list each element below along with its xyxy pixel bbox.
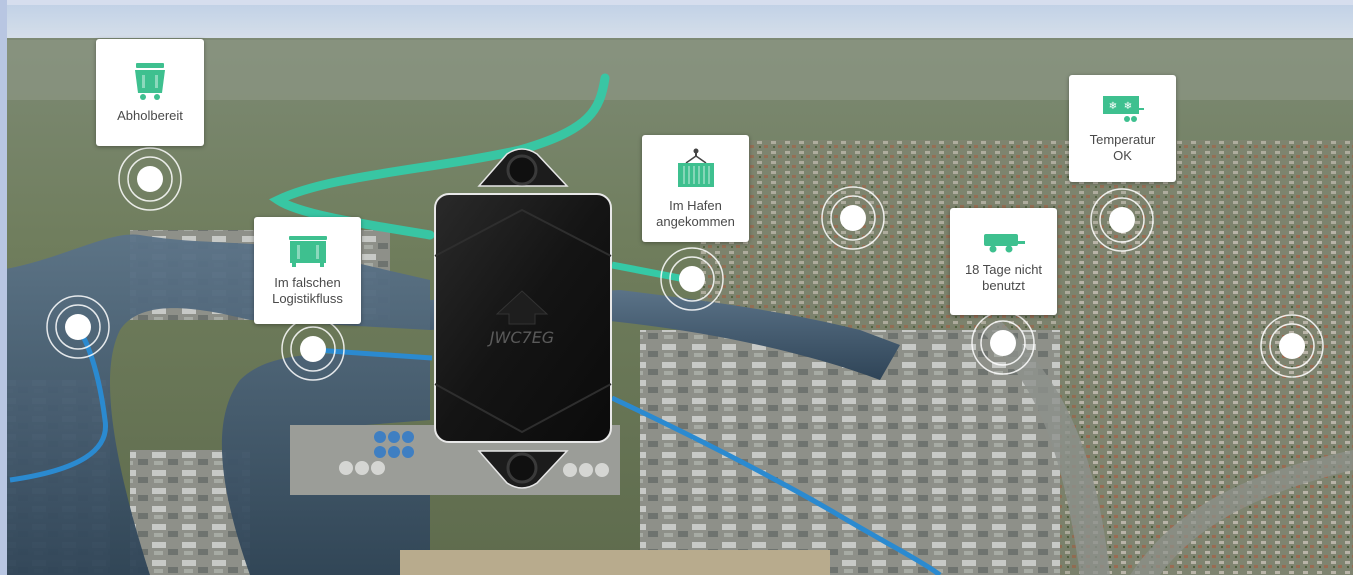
location-marker[interactable] <box>1258 312 1326 380</box>
top-edge <box>0 0 1353 5</box>
container-bin-icon <box>135 63 165 100</box>
status-card-arrived-port[interactable]: Im Hafen angekommen <box>642 135 749 242</box>
status-label: Temperatur OK <box>1089 132 1156 163</box>
location-marker[interactable] <box>116 145 184 213</box>
svg-text:❄: ❄ <box>1123 101 1131 112</box>
status-card-wrong-flow[interactable]: Im falschen Logistikfluss <box>254 217 361 324</box>
crane-container-icon <box>677 148 714 187</box>
location-marker[interactable] <box>279 315 347 383</box>
location-marker[interactable] <box>658 245 726 313</box>
status-label: 18 Tage nicht benutzt <box>964 262 1043 293</box>
svg-text:❄: ❄ <box>1108 101 1116 112</box>
status-label: Im falschen Logistikfluss <box>272 275 343 306</box>
location-marker[interactable] <box>819 184 887 252</box>
trailer-icon <box>983 234 1025 253</box>
status-card-unused-days[interactable]: 18 Tage nicht benutzt <box>950 208 1057 315</box>
refrigerated-trailer-icon: ❄ ❄ <box>1102 96 1144 122</box>
location-marker[interactable] <box>44 293 112 361</box>
status-card-temperature[interactable]: ❄ ❄ Temperatur OK <box>1069 75 1176 182</box>
tracker-code: JWC7EG <box>487 328 554 347</box>
tracker-device: JWC7EG <box>434 148 612 489</box>
container-bin-icon <box>288 236 327 267</box>
status-card-pickup-ready[interactable]: Abholbereit <box>96 39 204 146</box>
location-marker[interactable] <box>969 309 1037 377</box>
location-marker[interactable] <box>1088 186 1156 254</box>
status-label: Im Hafen angekommen <box>656 198 735 229</box>
left-edge <box>0 0 7 575</box>
status-label: Abholbereit <box>117 108 183 123</box>
aerial-port-scene: Abholbereit Im falschen Logistikfluss Im <box>0 0 1353 575</box>
